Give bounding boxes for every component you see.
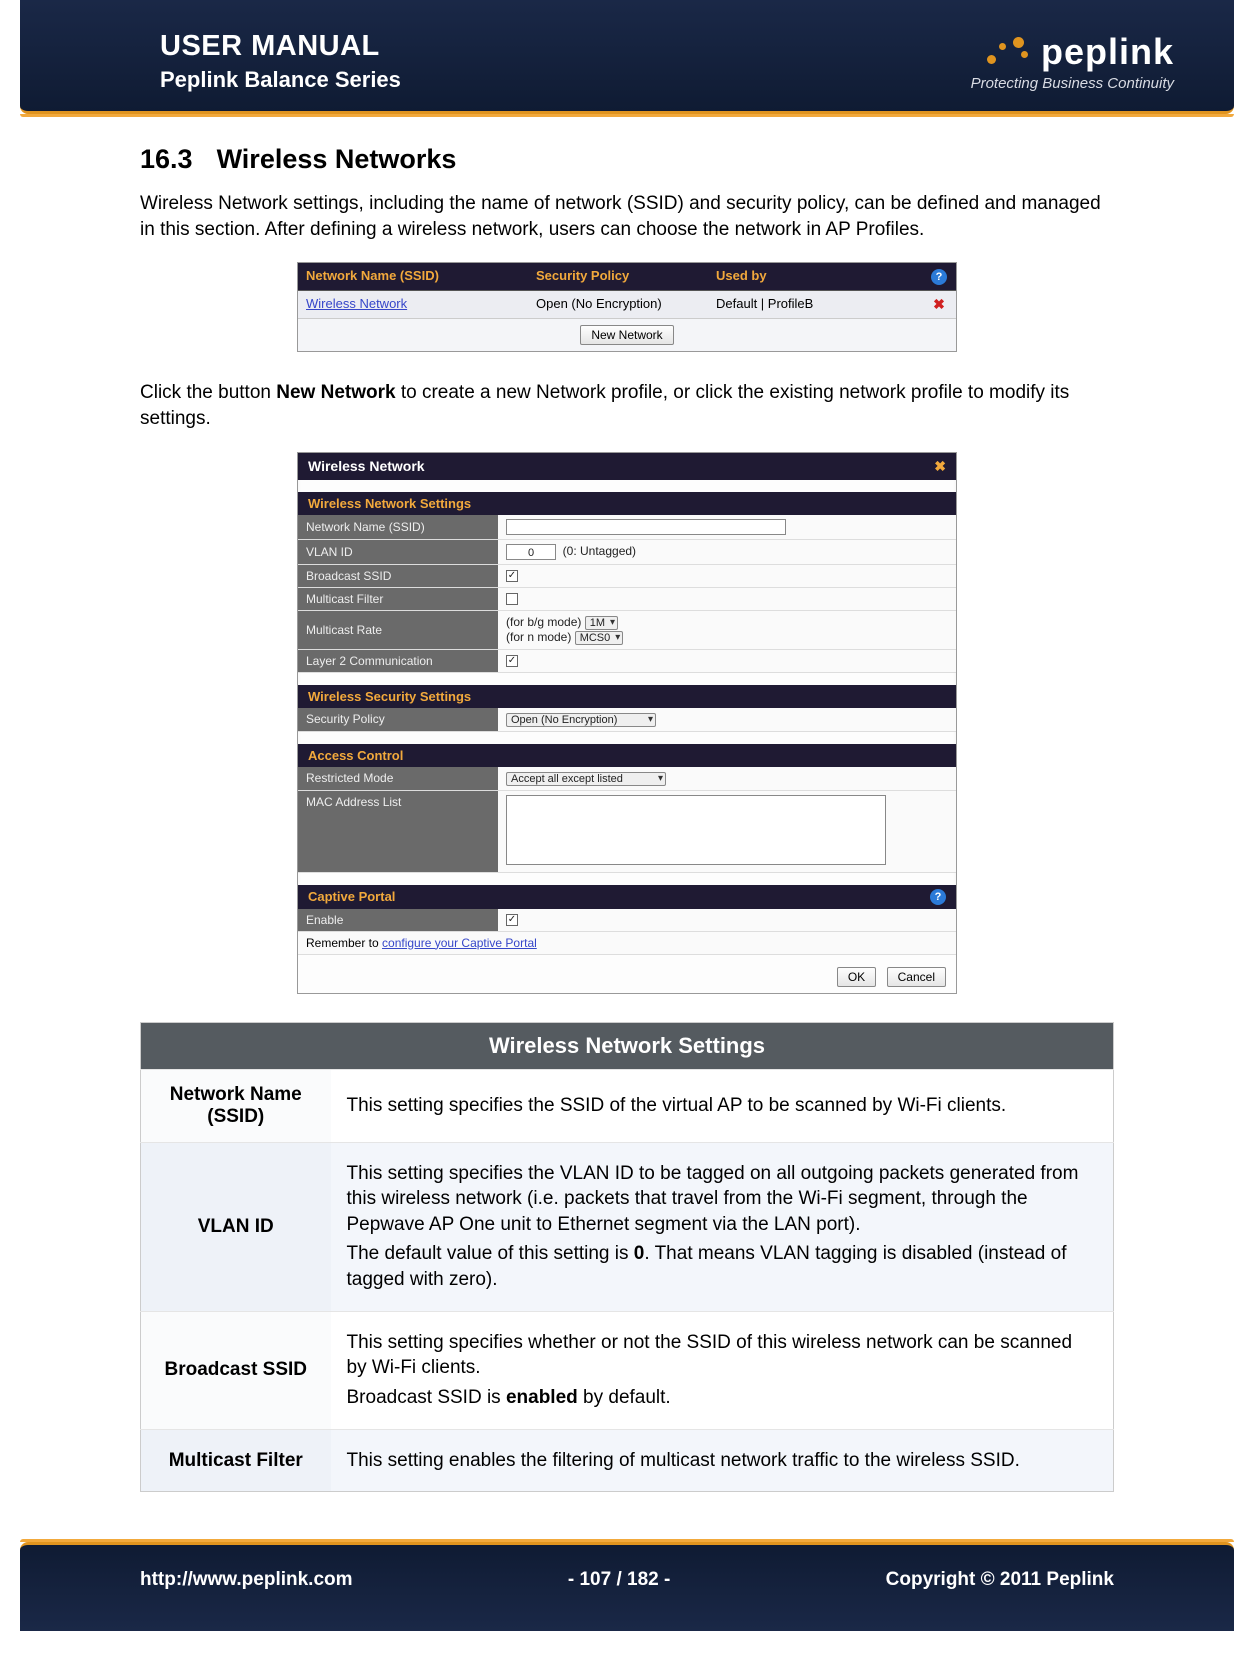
section-heading: 16.3 Wireless Networks bbox=[140, 144, 1114, 175]
row-usedby: Default | ProfileB bbox=[708, 291, 922, 318]
brand-name: peplink bbox=[1041, 31, 1174, 73]
footer-page: - 107 / 182 - bbox=[568, 1569, 670, 1591]
vlan-input[interactable]: 0 bbox=[506, 544, 556, 560]
col-policy: Security Policy bbox=[528, 263, 708, 290]
setting-label-vlan: VLAN ID bbox=[141, 1142, 331, 1311]
row-policy: Open (No Encryption) bbox=[528, 291, 708, 318]
setting-desc-mfilter: This setting enables the filtering of mu… bbox=[347, 1448, 1098, 1474]
network-link[interactable]: Wireless Network bbox=[306, 296, 407, 311]
label-l2: Layer 2 Communication bbox=[298, 649, 498, 672]
enable-checkbox[interactable]: ✓ bbox=[506, 914, 518, 926]
subhead-access: Access Control bbox=[298, 744, 956, 767]
help-icon[interactable]: ? bbox=[931, 269, 947, 285]
mfilter-checkbox[interactable] bbox=[506, 593, 518, 605]
setting-desc-bcast-2: Broadcast SSID is enabled by default. bbox=[347, 1385, 1098, 1411]
new-network-button[interactable]: New Network bbox=[580, 325, 673, 345]
l2-checkbox[interactable]: ✓ bbox=[506, 655, 518, 667]
label-mfilter: Multicast Filter bbox=[298, 587, 498, 610]
label-ssid: Network Name (SSID) bbox=[298, 515, 498, 540]
brand-block: peplink Protecting Business Continuity bbox=[971, 31, 1174, 92]
brand-dots-icon bbox=[985, 37, 1035, 67]
delete-icon[interactable]: ✖ bbox=[933, 296, 945, 312]
mrate-n-label: (for n mode) bbox=[506, 630, 571, 644]
setting-desc-bcast-1: This setting specifies whether or not th… bbox=[347, 1330, 1098, 1381]
configure-portal-link[interactable]: configure your Captive Portal bbox=[382, 936, 537, 950]
settings-description-table: Wireless Network Settings Network Name (… bbox=[140, 1022, 1114, 1493]
ssid-input[interactable] bbox=[506, 519, 786, 535]
section-number: 16.3 bbox=[140, 144, 193, 174]
label-rmode: Restricted Mode bbox=[298, 767, 498, 791]
vlan-note: (0: Untagged) bbox=[563, 544, 636, 558]
label-secpol: Security Policy bbox=[298, 708, 498, 732]
remember-row: Remember to configure your Captive Porta… bbox=[298, 931, 956, 954]
label-mrate: Multicast Rate bbox=[298, 610, 498, 649]
click-instruction: Click the button New Network to create a… bbox=[140, 380, 1114, 431]
brand-tagline: Protecting Business Continuity bbox=[971, 75, 1174, 92]
doc-subtitle: Peplink Balance Series bbox=[160, 67, 401, 93]
setting-label-mfilter: Multicast Filter bbox=[141, 1429, 331, 1492]
subhead-network-settings: Wireless Network Settings bbox=[298, 492, 956, 515]
col-help: ? bbox=[922, 263, 956, 290]
intro-paragraph: Wireless Network settings, including the… bbox=[140, 191, 1114, 242]
doc-title: USER MANUAL bbox=[160, 30, 401, 63]
col-usedby: Used by bbox=[708, 263, 922, 290]
col-ssid: Network Name (SSID) bbox=[298, 263, 528, 290]
section-title: Wireless Networks bbox=[217, 144, 457, 174]
footer-url: http://www.peplink.com bbox=[140, 1569, 353, 1591]
page-header: USER MANUAL Peplink Balance Series pepli… bbox=[20, 0, 1234, 114]
mrate-bg-label: (for b/g mode) bbox=[506, 615, 581, 629]
help-icon[interactable]: ? bbox=[930, 889, 946, 905]
panel-title: Wireless Network bbox=[308, 458, 425, 474]
cancel-button[interactable]: Cancel bbox=[887, 967, 946, 987]
page-footer: http://www.peplink.com - 107 / 182 - Cop… bbox=[20, 1542, 1234, 1631]
network-edit-figure: Wireless Network ✖ Wireless Network Sett… bbox=[297, 452, 957, 994]
setting-label-ssid: Network Name (SSID) bbox=[141, 1069, 331, 1142]
maclist-textarea[interactable] bbox=[506, 795, 886, 865]
label-broadcast: Broadcast SSID bbox=[298, 564, 498, 587]
label-maclist: MAC Address List bbox=[298, 790, 498, 872]
network-list-figure: Network Name (SSID) Security Policy Used… bbox=[297, 262, 957, 352]
rmode-select[interactable]: Accept all except listed bbox=[506, 772, 666, 786]
mrate-n-select[interactable]: MCS0 bbox=[575, 631, 624, 645]
secpol-select[interactable]: Open (No Encryption) bbox=[506, 713, 656, 727]
label-enable: Enable bbox=[298, 909, 498, 932]
close-icon[interactable]: ✖ bbox=[934, 458, 946, 475]
footer-copyright: Copyright © 2011 Peplink bbox=[886, 1569, 1114, 1591]
subhead-captive: Captive Portal bbox=[308, 889, 395, 904]
setting-desc-vlan-1: This setting specifies the VLAN ID to be… bbox=[347, 1161, 1098, 1238]
setting-desc-ssid: This setting specifies the SSID of the v… bbox=[347, 1093, 1098, 1119]
setting-label-bcast: Broadcast SSID bbox=[141, 1311, 331, 1429]
mrate-bg-select[interactable]: 1M bbox=[585, 616, 618, 630]
broadcast-checkbox[interactable]: ✓ bbox=[506, 570, 518, 582]
setting-desc-vlan-2: The default value of this setting is 0. … bbox=[347, 1241, 1098, 1292]
ok-button[interactable]: OK bbox=[837, 967, 876, 987]
subhead-security: Wireless Security Settings bbox=[298, 685, 956, 708]
settings-table-title: Wireless Network Settings bbox=[141, 1022, 1114, 1069]
label-vlan: VLAN ID bbox=[298, 539, 498, 564]
